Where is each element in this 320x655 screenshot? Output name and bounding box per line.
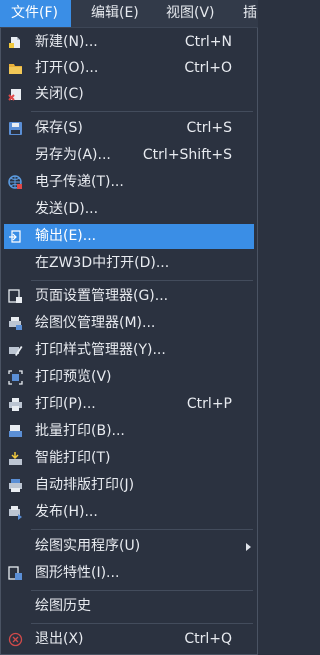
menu-view[interactable]: 视图(V) (166, 0, 215, 27)
open-folder-icon (8, 61, 23, 76)
drawing-properties-icon (8, 566, 23, 581)
menu-item-batch-print[interactable]: 批量打印(B)... (4, 419, 254, 444)
menu-item-label: 输出(E)... (35, 228, 97, 244)
menu-item-exit[interactable]: 退出(X) Ctrl+Q (4, 627, 254, 652)
menu-item-shortcut: Ctrl+S (186, 120, 232, 136)
menu-item-drawing-utilities[interactable]: 绘图实用程序(U) (4, 534, 254, 559)
menu-edit[interactable]: 编辑(E) (91, 0, 139, 27)
exit-icon (8, 632, 23, 647)
menu-insert[interactable]: 插 (243, 0, 257, 27)
menu-item-label: 页面设置管理器(G)... (35, 288, 169, 304)
auto-layout-print-icon (8, 478, 23, 493)
menu-item-label: 打印(P)... (35, 396, 96, 412)
menu-item-shortcut: Ctrl+Shift+S (142, 147, 232, 163)
menu-item-shortcut: Ctrl+P (186, 396, 232, 412)
menu-item-label: 保存(S) (35, 120, 83, 136)
menu-item-label: 打开(O)... (35, 60, 99, 76)
menu-item-etransmit[interactable]: 电子传递(T)... (4, 170, 254, 195)
menu-item-print-preview[interactable]: 打印预览(V) (4, 365, 254, 390)
menu-item-new[interactable]: 新建(N)... Ctrl+N (4, 30, 254, 55)
menu-item-smart-print[interactable]: 智能打印(T) (4, 446, 254, 471)
menu-item-drawing-history[interactable]: 绘图历史 (4, 594, 254, 619)
menu-item-page-setup[interactable]: 页面设置管理器(G)... (4, 284, 254, 309)
smart-print-icon (8, 451, 23, 466)
menu-item-shortcut: Ctrl+Q (184, 631, 232, 647)
menu-separator (31, 623, 253, 624)
menu-item-label: 新建(N)... (35, 34, 98, 50)
menu-item-save-as[interactable]: 另存为(A)... Ctrl+Shift+S (4, 143, 254, 168)
menu-item-plotter-manager[interactable]: 绘图仪管理器(M)... (4, 311, 254, 336)
menu-item-label: 自动排版打印(J) (35, 477, 135, 493)
publish-icon (8, 505, 23, 520)
menu-item-label: 智能打印(T) (35, 450, 111, 466)
menu-item-open-in-zw3d[interactable]: 在ZW3D中打开(D)... (4, 251, 254, 276)
plotter-manager-icon (8, 316, 23, 331)
menu-item-label: 在ZW3D中打开(D)... (35, 255, 170, 271)
menu-item-label: 打印预览(V) (35, 369, 112, 385)
submenu-arrow-icon (246, 543, 251, 551)
menu-item-label: 另存为(A)... (35, 147, 111, 163)
menu-item-label: 批量打印(B)... (35, 423, 125, 439)
menu-item-export[interactable]: 输出(E)... (4, 224, 254, 249)
menu-item-plot-style-manager[interactable]: 打印样式管理器(Y)... (4, 338, 254, 363)
save-icon (8, 121, 23, 136)
plot-style-icon (8, 343, 23, 358)
menu-separator (31, 111, 253, 112)
menu-item-drawing-properties[interactable]: 图形特性(I)... (4, 561, 254, 586)
menu-item-label: 退出(X) (35, 631, 84, 647)
menu-item-shortcut: Ctrl+O (184, 60, 232, 76)
menu-item-publish[interactable]: 发布(H)... (4, 500, 254, 525)
export-icon (8, 229, 23, 244)
menu-item-label: 发送(D)... (35, 201, 99, 217)
menu-bar: 文件(F) 编辑(E) 视图(V) 插 (0, 0, 258, 28)
menu-item-open[interactable]: 打开(O)... Ctrl+O (4, 56, 254, 81)
menu-separator (31, 280, 253, 281)
menu-separator (31, 590, 253, 591)
batch-print-icon (8, 424, 23, 439)
menu-item-send[interactable]: 发送(D)... (4, 197, 254, 222)
menu-item-label: 电子传递(T)... (35, 174, 124, 190)
menu-item-label: 打印样式管理器(Y)... (35, 342, 166, 358)
page-setup-icon (8, 289, 23, 304)
menu-item-label: 图形特性(I)... (35, 565, 120, 581)
menu-item-shortcut: Ctrl+N (184, 34, 232, 50)
menu-item-auto-layout-print[interactable]: 自动排版打印(J) (4, 473, 254, 498)
new-file-icon (8, 35, 23, 50)
menu-file[interactable]: 文件(F) (0, 0, 71, 27)
file-menu-dropdown: 新建(N)... Ctrl+N 打开(O)... Ctrl+O 关闭(C) 保存… (0, 28, 258, 655)
close-file-icon (8, 87, 23, 102)
menu-separator (31, 529, 253, 530)
print-preview-icon (8, 370, 23, 385)
print-icon (8, 397, 23, 412)
menu-item-label: 关闭(C) (35, 86, 84, 102)
menu-item-label: 绘图仪管理器(M)... (35, 315, 156, 331)
menu-item-save[interactable]: 保存(S) Ctrl+S (4, 116, 254, 141)
menu-item-close[interactable]: 关闭(C) (4, 82, 254, 107)
menu-item-label: 绘图实用程序(U) (35, 538, 141, 554)
menu-item-label: 绘图历史 (35, 598, 91, 614)
etransmit-icon (8, 175, 23, 190)
menu-item-label: 发布(H)... (35, 504, 98, 520)
menu-item-print[interactable]: 打印(P)... Ctrl+P (4, 392, 254, 417)
